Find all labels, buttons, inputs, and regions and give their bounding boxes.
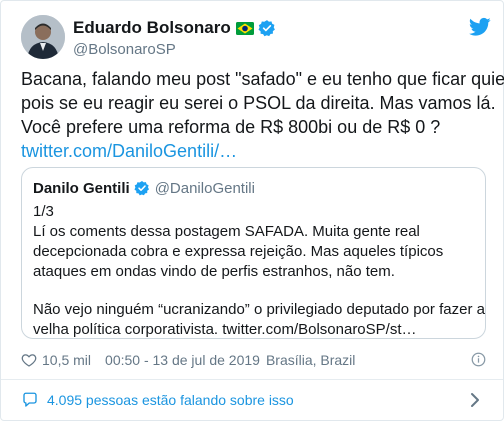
author-names: Eduardo Bolsonaro @BolsonaroSP	[73, 17, 276, 58]
quoted-text-line: Lí os coments dessa postagem SAFADA. Mui…	[33, 223, 420, 240]
quoted-text-line: 1/3	[33, 203, 54, 220]
twitter-bird-icon[interactable]	[468, 17, 491, 37]
quoted-tweet-text: 1/3 Lí os coments dessa postagem SAFADA.…	[33, 202, 485, 340]
quoted-author-handle: @DaniloGentili	[154, 179, 255, 197]
tweet-location[interactable]: Brasília, Brazil	[266, 352, 355, 368]
tweet-meta: 10,5 mil 00:50 - 13 de jul de 2019 Brasí…	[21, 351, 355, 369]
quoted-author-name: Danilo Gentili	[33, 179, 130, 197]
verified-badge-icon	[134, 180, 150, 196]
tweet-text: Bacana, falando meu post "safado" e eu t…	[21, 67, 504, 163]
quoted-text-line: Não vejo ninguém “ucranizando” o privile…	[33, 301, 485, 318]
conversation-link[interactable]: 4.095 pessoas estão falando sobre isso	[1, 380, 503, 420]
quoted-text-line: velha política corporativista. twitter.c…	[33, 321, 417, 338]
author-display-name[interactable]: Eduardo Bolsonaro	[73, 18, 231, 38]
brazil-flag-icon	[235, 21, 254, 35]
heart-icon[interactable]	[21, 352, 37, 368]
quoted-tweet[interactable]: Danilo Gentili @DaniloGentili 1/3 Lí os …	[21, 167, 486, 339]
tweet-card: Eduardo Bolsonaro @BolsonaroSP Bacana, f…	[0, 0, 504, 421]
verified-badge-icon	[258, 19, 276, 37]
tweet-link[interactable]: twitter.com/DaniloGentili/…	[21, 139, 491, 163]
info-icon[interactable]	[471, 352, 486, 367]
author-handle[interactable]: @BolsonaroSP	[73, 41, 276, 58]
quoted-text-line: decepcionada cobra e expressa rejeição. …	[33, 243, 444, 260]
chevron-right-icon	[469, 392, 481, 408]
avatar[interactable]	[21, 15, 65, 59]
conversation-label: 4.095 pessoas estão falando sobre isso	[47, 392, 294, 408]
tweet-timestamp[interactable]: 00:50 - 13 de jul de 2019	[105, 352, 260, 368]
tweet-text-line: Bacana, falando meu post "safado" e eu t…	[21, 69, 504, 89]
like-count[interactable]: 10,5 mil	[42, 352, 91, 368]
tweet-text-line: pois se eu reagir eu serei o PSOL da dir…	[21, 93, 496, 113]
speech-bubble-icon	[21, 391, 39, 409]
quoted-tweet-header: Danilo Gentili @DaniloGentili	[33, 178, 255, 198]
tweet-header: Eduardo Bolsonaro @BolsonaroSP	[21, 15, 491, 63]
quoted-text-line: ataques em ondas vindo de perfis estranh…	[33, 263, 395, 280]
tweet-text-line: Você prefere uma reforma de R$ 800bi ou …	[21, 117, 441, 137]
